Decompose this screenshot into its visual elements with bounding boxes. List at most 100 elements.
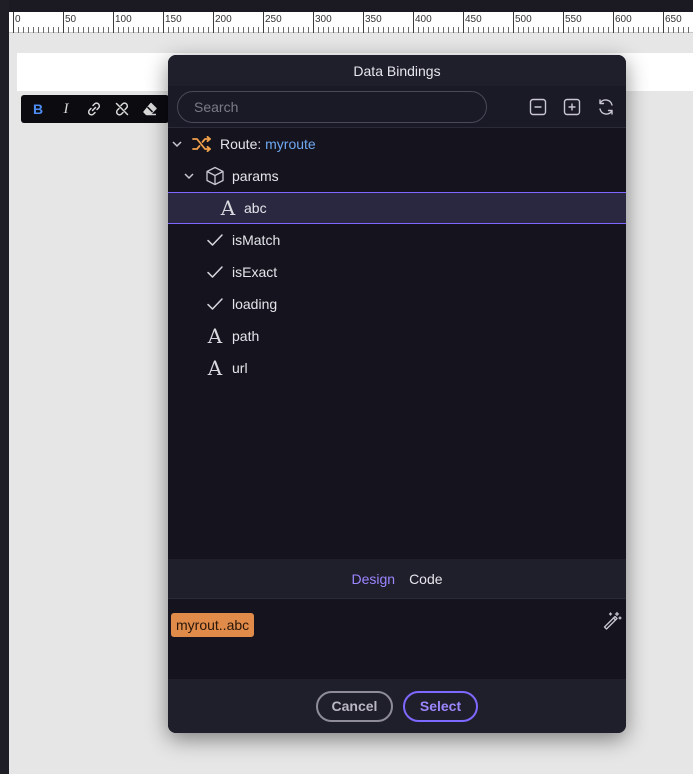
- ruler-minor-tick: [148, 27, 149, 33]
- ruler-minor-tick: [28, 27, 29, 33]
- ruler-minor-tick: [378, 27, 379, 33]
- route-label: Route: myroute: [220, 136, 316, 152]
- expand-all-button[interactable]: [562, 97, 582, 117]
- horizontal-ruler: 0 50 100 150 200 250 300 350 400 450 500 550 600 650: [9, 12, 693, 33]
- ruler-minor-tick: [468, 27, 469, 33]
- ruler-minor-tick: [658, 27, 659, 33]
- tree-row-abc[interactable]: A abc: [168, 192, 626, 224]
- ruler-minor-tick: [103, 27, 104, 33]
- unlink-icon: [115, 102, 129, 116]
- ruler-minor-tick: [158, 27, 159, 33]
- ruler-minor-tick: [478, 27, 479, 33]
- ruler-minor-tick: [408, 27, 409, 33]
- ruler-minor-tick: [73, 27, 74, 33]
- ruler-minor-tick: [293, 27, 294, 33]
- ruler-minor-tick: [433, 27, 434, 33]
- expand-all-icon: [563, 98, 581, 115]
- tab-design[interactable]: Design: [351, 571, 395, 587]
- ruler-minor-tick: [38, 27, 39, 33]
- ruler-label: 50: [65, 14, 77, 25]
- check-icon: [205, 294, 225, 314]
- ruler-minor-tick: [318, 27, 319, 33]
- ruler-minor-tick: [573, 27, 574, 33]
- ruler-minor-tick: [538, 27, 539, 33]
- ruler-label: 150: [165, 14, 182, 25]
- ruler-minor-tick: [418, 27, 419, 33]
- ruler-major-tick: [313, 12, 314, 33]
- ruler-minor-tick: [118, 27, 119, 33]
- unlink-button[interactable]: [111, 98, 133, 120]
- ruler-minor-tick: [403, 27, 404, 33]
- ruler-minor-tick: [598, 27, 599, 33]
- data-bindings-dialog: Data Bindings Search Route: myroute para…: [168, 55, 626, 733]
- string-type-icon: A: [220, 196, 236, 220]
- ruler-major-tick: [513, 12, 514, 33]
- ruler-minor-tick: [553, 27, 554, 33]
- search-toolbar: [168, 86, 626, 128]
- ruler-minor-tick: [473, 27, 474, 33]
- ruler-minor-tick: [153, 27, 154, 33]
- ruler-minor-tick: [328, 27, 329, 33]
- ruler-minor-tick: [633, 27, 634, 33]
- ruler-minor-tick: [448, 27, 449, 33]
- ruler-minor-tick: [273, 27, 274, 33]
- ruler-minor-tick: [628, 27, 629, 33]
- ruler-minor-tick: [348, 27, 349, 33]
- check-icon: [205, 230, 225, 250]
- ruler-minor-tick: [638, 27, 639, 33]
- ruler-minor-tick: [333, 27, 334, 33]
- ruler-major-tick: [563, 12, 564, 33]
- expression-editor[interactable]: myrout..abc: [168, 599, 626, 679]
- chevron-down-icon[interactable]: [170, 137, 184, 151]
- tree-row-path[interactable]: A path: [168, 320, 626, 352]
- ruler-label: 200: [215, 14, 232, 25]
- chevron-down-icon[interactable]: [182, 169, 196, 183]
- ruler-minor-tick: [43, 27, 44, 33]
- clear-format-button[interactable]: [139, 98, 161, 120]
- select-button[interactable]: Select: [403, 690, 478, 722]
- ruler-minor-tick: [343, 27, 344, 33]
- tree-row-loading[interactable]: loading: [168, 288, 626, 320]
- collapse-all-button[interactable]: [528, 97, 548, 117]
- ruler-minor-tick: [528, 27, 529, 33]
- ruler-minor-tick: [168, 27, 169, 33]
- ruler-label: 500: [515, 14, 532, 25]
- ruler-label: 350: [365, 14, 382, 25]
- cancel-button[interactable]: Cancel: [316, 690, 393, 722]
- ruler-minor-tick: [68, 27, 69, 33]
- eraser-icon: [143, 102, 157, 116]
- tab-code[interactable]: Code: [409, 571, 442, 587]
- ruler-minor-tick: [338, 27, 339, 33]
- ruler-major-tick: [663, 12, 664, 33]
- ruler-minor-tick: [618, 27, 619, 33]
- ruler-minor-tick: [228, 27, 229, 33]
- shuffle-icon: [192, 134, 212, 154]
- ruler-minor-tick: [358, 27, 359, 33]
- ruler-minor-tick: [458, 27, 459, 33]
- tree-row-params[interactable]: params: [168, 160, 626, 192]
- ruler-label: 300: [315, 14, 332, 25]
- tree-row-isexact[interactable]: isExact: [168, 256, 626, 288]
- ruler-minor-tick: [643, 27, 644, 33]
- params-label: params: [232, 168, 279, 184]
- ruler-minor-tick: [668, 27, 669, 33]
- bold-button[interactable]: B: [27, 98, 49, 120]
- refresh-button[interactable]: [596, 97, 616, 117]
- ruler-minor-tick: [238, 27, 239, 33]
- link-button[interactable]: [83, 98, 105, 120]
- tree-row-url[interactable]: A url: [168, 352, 626, 384]
- ruler-minor-tick: [578, 27, 579, 33]
- tree-row-route[interactable]: Route: myroute: [168, 128, 626, 160]
- field-label: isMatch: [232, 232, 281, 248]
- binding-chip[interactable]: myrout..abc: [171, 613, 255, 637]
- magic-wand-button[interactable]: [602, 611, 622, 631]
- ruler-minor-tick: [428, 27, 429, 33]
- search-input[interactable]: [177, 90, 487, 123]
- tree-row-ismatch[interactable]: isMatch: [168, 224, 626, 256]
- ruler-minor-tick: [288, 27, 289, 33]
- field-label: url: [232, 360, 248, 376]
- ruler-minor-tick: [248, 27, 249, 33]
- ruler-minor-tick: [593, 27, 594, 33]
- italic-button[interactable]: I: [55, 98, 77, 120]
- ruler-minor-tick: [588, 27, 589, 33]
